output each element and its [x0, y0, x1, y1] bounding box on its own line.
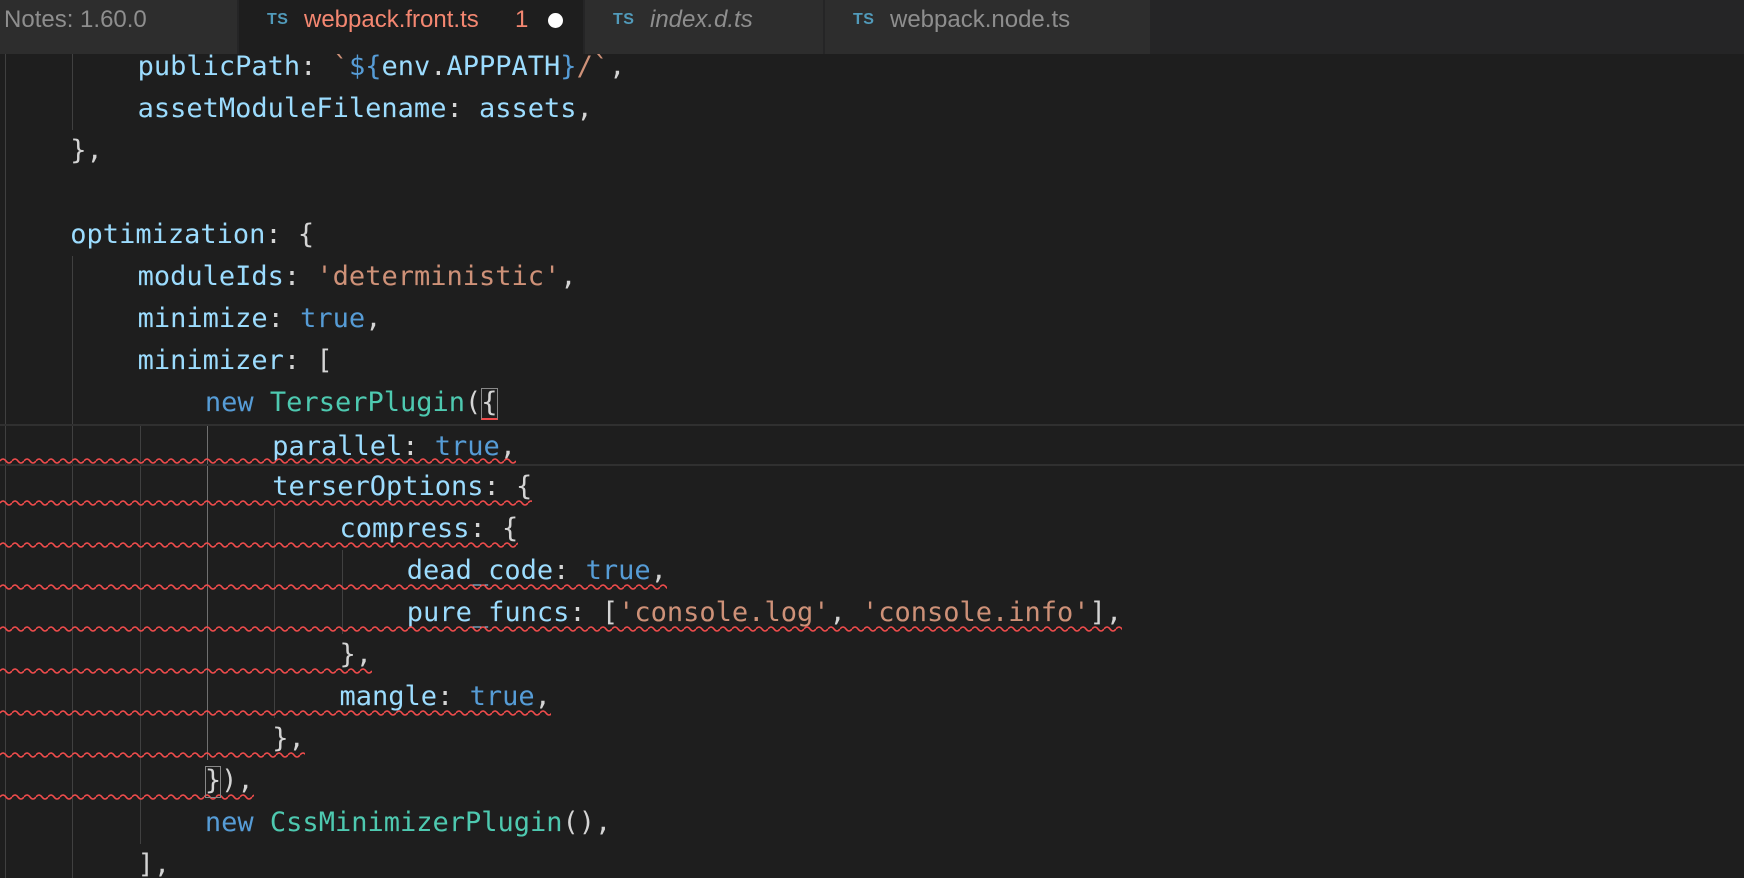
code-token: assets — [478, 93, 577, 124]
code-line[interactable]: new TerserPlugin({ — [0, 382, 1744, 424]
tab-label: webpack.node.ts — [890, 6, 1071, 33]
code-token: : — [267, 303, 301, 334]
code-token: 'deterministic' — [316, 261, 561, 292]
code-token: true — [469, 681, 535, 712]
code-token: minimizer — [137, 345, 284, 376]
code-token: : — [300, 54, 333, 82]
code-line[interactable]: optimization: { — [0, 214, 1744, 256]
code-token: true — [300, 303, 366, 334]
code-token: : — [283, 261, 317, 292]
code-token: assetModuleFilename — [137, 93, 447, 124]
error-squiggle — [0, 667, 373, 675]
error-squiggle — [0, 751, 305, 759]
code-token: , — [365, 303, 382, 334]
code-token: } — [560, 54, 577, 82]
code-token: 'console.log' — [618, 597, 830, 628]
code-token: new — [204, 387, 270, 418]
code-token: compress — [339, 513, 470, 544]
tab-bar: e Notes: 1.60.0 TS webpack.front.ts 1 TS inde… — [0, 0, 1744, 54]
code-token: }, — [70, 135, 103, 166]
code-token: optimization — [70, 219, 266, 250]
code-token: APPPATH — [446, 54, 561, 82]
code-token: : { — [265, 219, 315, 250]
problem-count-badge: 1 — [515, 6, 529, 33]
editor-tab[interactable]: TS webpack.node.ts — [825, 0, 1150, 54]
code-token: /` — [576, 54, 610, 82]
error-squiggle — [0, 499, 533, 507]
bracket-match-highlight — [204, 766, 222, 798]
typescript-file-icon: TS — [853, 11, 875, 28]
code-token: : — [553, 555, 586, 586]
code-line[interactable]: publicPath: `${env.APPPATH}/`, — [0, 54, 1744, 88]
code-token: new — [204, 807, 270, 838]
code-token: , — [650, 555, 667, 586]
code-token: mangle — [339, 681, 438, 712]
tab-label: index.d.ts — [650, 6, 753, 33]
code-token: , — [829, 597, 862, 628]
code-token: , — [534, 681, 551, 712]
editor-tab[interactable]: e Notes: 1.60.0 — [0, 0, 237, 54]
code-line[interactable] — [0, 172, 1744, 214]
code-token: }, — [339, 639, 373, 670]
code-token: : [ — [283, 345, 333, 376]
code-token: (), — [562, 807, 612, 838]
code-token: . — [430, 54, 447, 82]
code-token: terserOptions — [272, 471, 484, 502]
code-token: : — [437, 681, 470, 712]
code-token: TerserPlugin — [269, 387, 465, 418]
typescript-file-icon: TS — [267, 11, 289, 28]
code-token: pure_funcs — [406, 597, 570, 628]
code-line[interactable]: minimizer: [ — [0, 340, 1744, 382]
code-line[interactable]: moduleIds: 'deterministic', — [0, 256, 1744, 298]
code-token: ` — [332, 54, 349, 82]
code-token: dead_code — [406, 555, 554, 586]
code-token: : { — [483, 471, 533, 502]
code-token: moduleIds — [137, 261, 284, 292]
tab-label: webpack.front.ts — [304, 6, 479, 33]
code-line[interactable]: new CssMinimizerPlugin(), — [0, 802, 1744, 844]
code-line[interactable]: assetModuleFilename: assets, — [0, 88, 1744, 130]
code-token: CssMinimizerPlugin — [269, 807, 563, 838]
code-editor[interactable]: publicPath: `${env.APPPATH}/`, assetModul… — [0, 54, 1744, 878]
error-squiggle — [0, 541, 519, 549]
tab-label: e Notes: 1.60.0 — [0, 6, 147, 33]
unsaved-changes-dot-icon[interactable] — [548, 13, 563, 28]
editor-tab[interactable]: TS webpack.front.ts 1 — [239, 0, 583, 54]
code-token: }, — [272, 723, 305, 754]
error-squiggle — [0, 625, 1123, 633]
code-token: : { — [469, 513, 519, 544]
code-token: publicPath — [137, 54, 301, 82]
code-line[interactable]: }), — [0, 760, 1744, 802]
error-squiggle — [0, 709, 551, 717]
code-token: ], — [137, 849, 171, 878]
bracket-match-highlight — [481, 388, 498, 420]
error-squiggle — [0, 583, 667, 591]
editor-tab[interactable]: TS index.d.ts — [585, 0, 823, 54]
code-token: 'console.info' — [861, 597, 1090, 628]
code-line[interactable]: }, — [0, 130, 1744, 172]
code-token: true — [585, 555, 651, 586]
typescript-file-icon: TS — [613, 11, 635, 28]
code-token: , — [576, 93, 593, 124]
code-token: minimize — [137, 303, 268, 334]
error-squiggle — [0, 457, 517, 465]
code-token: ], — [1089, 597, 1123, 628]
code-token: env — [381, 54, 431, 82]
code-token: : — [446, 93, 479, 124]
code-token: , — [609, 54, 626, 82]
code-token: ${ — [348, 54, 382, 82]
code-line[interactable]: minimize: true, — [0, 298, 1744, 340]
code-line[interactable]: ], — [0, 844, 1744, 878]
code-token: , — [560, 261, 577, 292]
code-token: : [ — [569, 597, 619, 628]
